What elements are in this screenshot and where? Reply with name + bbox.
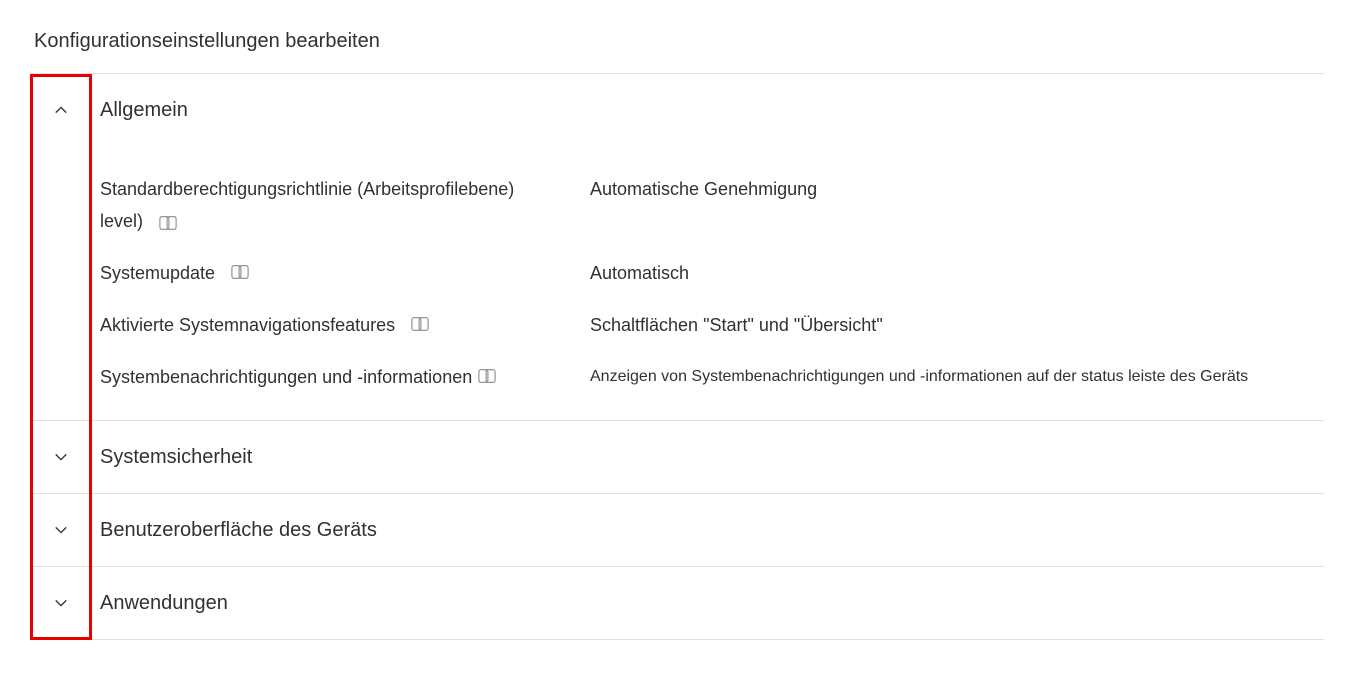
- section-applications: Anwendungen: [30, 567, 1324, 640]
- section-title-general: Allgemein: [92, 99, 188, 122]
- section-title-device-ui: Benutzeroberfläche des Geräts: [92, 519, 377, 542]
- chevron-cell: [30, 596, 92, 610]
- setting-row-permission-policy: Standardberechtigungsrichtlinie (Arbeits…: [100, 176, 1324, 234]
- chevron-cell: [30, 523, 92, 537]
- chevron-down-icon: [54, 450, 68, 464]
- setting-label: Systembenachrichtigungen und -informatio…: [100, 364, 472, 390]
- section-device-ui: Benutzeroberfläche des Geräts: [30, 494, 1324, 567]
- setting-value: Automatische Genehmigung: [590, 176, 1324, 202]
- setting-label-col: Systembenachrichtigungen und -informatio…: [100, 364, 590, 390]
- setting-label-col: Systemupdate: [100, 260, 590, 286]
- setting-value: Schaltflächen "Start" und "Übersicht": [590, 312, 1324, 338]
- chevron-cell: [30, 450, 92, 464]
- section-title-applications: Anwendungen: [92, 592, 228, 615]
- section-header-general[interactable]: Allgemein: [30, 74, 1324, 146]
- page-title: Konfigurationseinstellungen bearbeiten: [30, 30, 1324, 53]
- setting-value: Anzeigen von Systembenachrichtigungen un…: [590, 364, 1324, 390]
- chevron-up-icon: [54, 103, 68, 117]
- copilot-icon[interactable]: [476, 367, 498, 385]
- chevron-down-icon: [54, 523, 68, 537]
- setting-label: Standardberechtigungsrichtlinie (Arbeits…: [100, 179, 514, 199]
- section-header-applications[interactable]: Anwendungen: [30, 567, 1324, 639]
- copilot-icon[interactable]: [409, 315, 431, 333]
- section-header-device-ui[interactable]: Benutzeroberfläche des Geräts: [30, 494, 1324, 566]
- chevron-down-icon: [54, 596, 68, 610]
- copilot-icon[interactable]: [229, 263, 251, 281]
- setting-label-col: Standardberechtigungsrichtlinie (Arbeits…: [100, 176, 590, 234]
- setting-row-system-notifications: Systembenachrichtigungen und -informatio…: [100, 364, 1324, 390]
- setting-label-line2: level): [100, 208, 143, 234]
- settings-container: Allgemein Standardberechtigungsrichtlini…: [30, 73, 1324, 640]
- section-body-general: Standardberechtigungsrichtlinie (Arbeits…: [30, 146, 1324, 420]
- section-title-system-security: Systemsicherheit: [92, 446, 252, 469]
- setting-label: Systemupdate: [100, 260, 215, 286]
- copilot-icon[interactable]: [157, 214, 179, 232]
- section-header-system-security[interactable]: Systemsicherheit: [30, 421, 1324, 493]
- section-system-security: Systemsicherheit: [30, 421, 1324, 494]
- section-general: Allgemein Standardberechtigungsrichtlini…: [30, 74, 1324, 421]
- setting-row-nav-features: Aktivierte Systemnavigationsfeatures Sch…: [100, 312, 1324, 338]
- setting-row-system-update: Systemupdate Automatisch: [100, 260, 1324, 286]
- chevron-cell: [30, 103, 92, 117]
- setting-label: Aktivierte Systemnavigationsfeatures: [100, 312, 395, 338]
- setting-label-col: Aktivierte Systemnavigationsfeatures: [100, 312, 590, 338]
- setting-value: Automatisch: [590, 260, 1324, 286]
